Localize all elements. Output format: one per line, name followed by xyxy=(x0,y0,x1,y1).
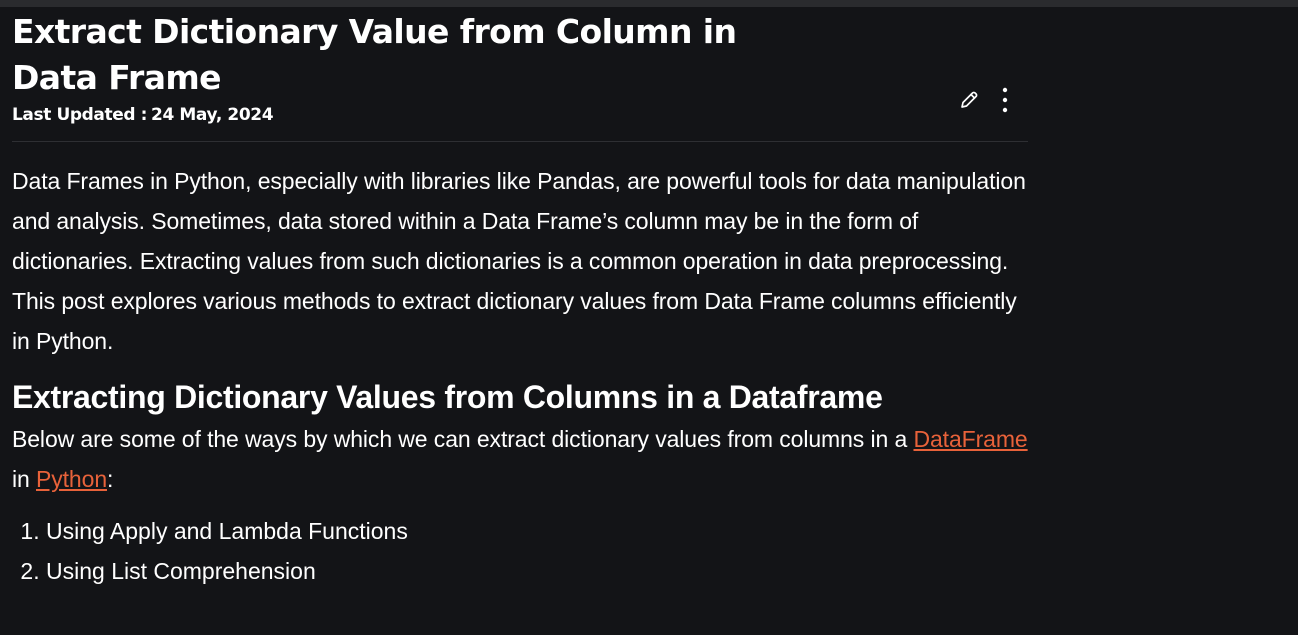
section-paragraph: Below are some of the ways by which we c… xyxy=(12,419,1028,499)
last-updated-date: 24 May, 2024 xyxy=(151,105,274,125)
section-heading: Extracting Dictionary Values from Column… xyxy=(12,379,883,415)
list-item: Using Apply and Lambda Functions xyxy=(46,511,1028,551)
section-text-middle: in xyxy=(12,466,36,492)
section-text-before: Below are some of the ways by which we c… xyxy=(12,426,914,452)
pencil-icon[interactable] xyxy=(958,87,980,113)
article-actions xyxy=(958,87,1016,113)
intro-paragraph: Data Frames in Python, especially with l… xyxy=(12,168,1026,354)
article-title: Extract Dictionary Value from Column in … xyxy=(12,12,737,97)
article-meta: Last Updated :24 May, 2024 xyxy=(12,87,1028,142)
last-updated: Last Updated :24 May, 2024 xyxy=(12,105,274,125)
methods-list: Using Apply and Lambda Functions Using L… xyxy=(12,511,1028,591)
section-text-after: : xyxy=(107,466,114,492)
dataframe-link[interactable]: DataFrame xyxy=(913,426,1027,452)
last-updated-label: Last Updated : xyxy=(12,105,148,125)
list-item: Using List Comprehension xyxy=(46,551,1028,591)
python-link[interactable]: Python xyxy=(36,466,107,492)
article: Extract Dictionary Value from Column in … xyxy=(12,7,1028,591)
top-bar xyxy=(0,0,1298,7)
more-vertical-icon[interactable] xyxy=(994,87,1016,113)
